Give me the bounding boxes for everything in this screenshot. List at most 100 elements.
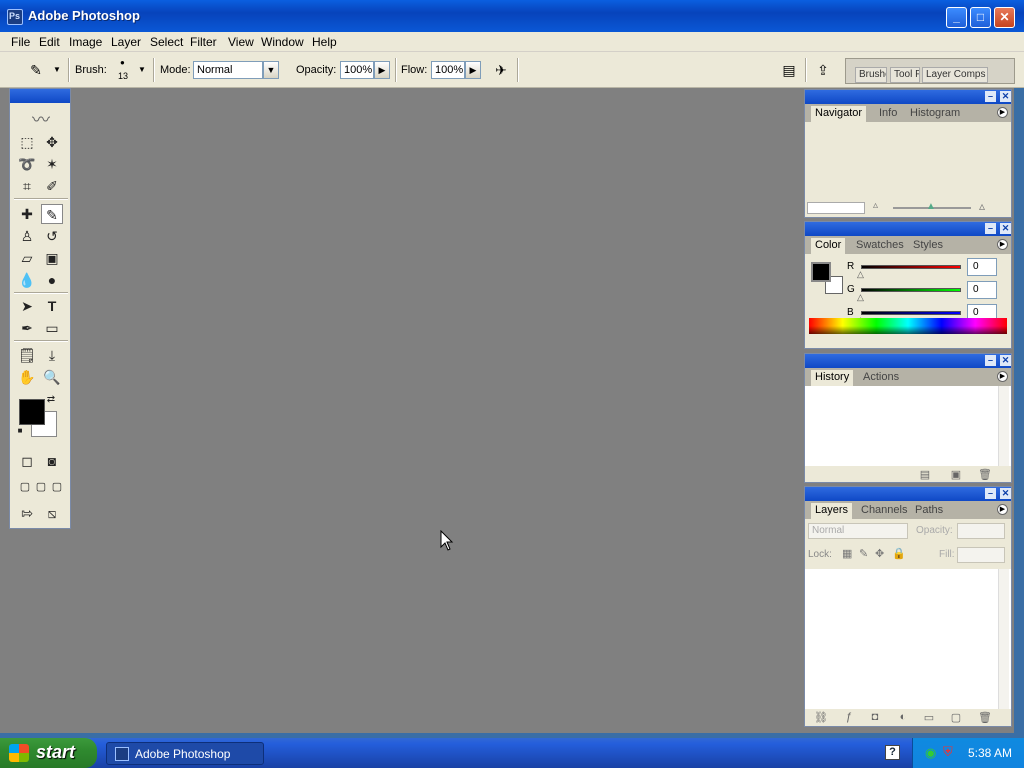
tab-info[interactable]: Info [875,106,901,122]
mode-dropdown-arrow-icon[interactable]: ▼ [263,61,279,79]
menu-window[interactable]: Window [261,35,304,49]
new-group-icon[interactable]: ▭ [921,711,937,725]
mode-select[interactable]: Normal [193,61,263,79]
quick-mask-mode-icon[interactable]: ◙ [41,451,63,471]
lasso-tool-icon[interactable]: ➰ [16,154,38,174]
new-snapshot-icon[interactable]: ▣ [948,468,964,482]
close-palette-icon[interactable]: ✕ [1000,355,1011,366]
link-layers-icon[interactable]: ⛓ [813,711,829,725]
flow-input[interactable]: 100% [431,61,465,79]
flow-slider-arrow-icon[interactable]: ▶ [465,61,481,79]
close-palette-icon[interactable]: ✕ [1000,91,1011,102]
maximize-button[interactable]: □ [970,7,991,28]
security-shield-icon[interactable]: ⛨ [943,744,953,760]
color-spectrum-ramp[interactable] [809,318,1007,334]
hand-tool-icon[interactable]: ✋ [16,367,38,387]
brush-tool-preset-icon[interactable]: ✎ [27,61,45,79]
palette-title-bar[interactable]: – ✕ [805,222,1011,236]
network-tray-icon[interactable]: ◉ [925,745,936,761]
tab-styles[interactable]: Styles [909,238,947,254]
close-button[interactable]: ✕ [994,7,1015,28]
new-layer-icon[interactable]: ▢ [948,711,964,725]
blur-tool-icon[interactable]: 💧 [16,270,38,290]
palette-menu-icon[interactable]: ▶ [997,371,1008,382]
airbrush-icon[interactable]: ✈ [492,61,510,79]
minimize-palette-icon[interactable]: – [985,91,996,102]
tab-color[interactable]: Color [811,238,846,254]
tab-actions[interactable]: Actions [859,370,903,386]
taskbar-photoshop-button[interactable]: Adobe Photoshop [106,742,264,765]
tab-navigator[interactable]: Navigator [811,106,867,122]
photoshop-app-icon[interactable] [7,9,23,25]
fill-input[interactable] [957,547,1005,563]
brush-tip-icon[interactable]: ● [120,58,125,67]
tab-swatches[interactable]: Swatches [852,238,908,254]
layers-scrollbar[interactable] [998,569,1009,709]
menu-select[interactable]: Select [150,35,183,49]
blue-slider[interactable] [861,311,961,315]
pen-tool-icon[interactable]: ✒ [16,318,38,338]
palette-options-icon[interactable]: ▤ [780,61,798,79]
jump-to-imageready-icon[interactable]: ⇰ [16,503,38,523]
type-tool-icon[interactable]: T [41,296,63,316]
red-value-input[interactable]: 0 [967,258,997,276]
foreground-color-chip[interactable] [811,262,831,282]
menu-help[interactable]: Help [312,35,337,49]
close-palette-icon[interactable]: ✕ [1000,488,1011,499]
add-mask-icon[interactable]: ◘ [867,711,883,725]
full-screen-mode-icon[interactable]: ▢ [46,477,68,497]
crop-tool-icon[interactable]: ⌗ [16,176,38,196]
green-slider[interactable] [861,288,961,292]
eraser-tool-icon[interactable]: ▱ [16,248,38,268]
shape-tool-icon[interactable]: ▭ [41,318,63,338]
red-slider[interactable] [861,265,961,269]
dodge-tool-icon[interactable]: ● [41,270,63,290]
minimize-palette-icon[interactable]: – [985,355,996,366]
slice-tool-icon[interactable]: ✐ [41,176,63,196]
palette-title-bar[interactable]: – ✕ [805,354,1011,368]
lock-transparency-icon[interactable]: ▦ [842,547,852,560]
minimize-palette-icon[interactable]: – [985,488,996,499]
standard-mode-icon[interactable]: ◻ [16,451,38,471]
tab-histogram[interactable]: Histogram [906,106,964,122]
magic-wand-tool-icon[interactable]: ✶ [41,154,63,174]
menu-filter[interactable]: Filter [190,35,217,49]
layer-blend-mode-select[interactable]: Normal [808,523,908,539]
opacity-slider-arrow-icon[interactable]: ▶ [374,61,390,79]
layers-list[interactable] [805,569,1011,709]
notes-tool-icon[interactable]: 🗒 [16,345,38,365]
well-tab-tool-presets[interactable]: Tool Presets [890,67,920,83]
navigator-preview[interactable]: ▵ ▲ ▵ [805,122,1011,217]
help-question-icon[interactable]: ? [885,745,900,760]
green-value-input[interactable]: 0 [967,281,997,299]
palette-menu-icon[interactable]: ▶ [997,504,1008,515]
menu-layer[interactable]: Layer [111,35,141,49]
feather-logo-icon[interactable]: 〰 [14,106,68,130]
zoom-slider-thumb-icon[interactable]: ▲ [926,201,936,212]
toolbox-title-bar[interactable] [10,89,70,103]
layer-style-icon[interactable]: ƒ [841,711,857,725]
zoom-in-icon[interactable]: ▵ [979,199,985,213]
zoom-tool-icon[interactable]: 🔍 [41,367,63,387]
zoom-out-icon[interactable]: ▵ [873,200,878,211]
lock-pixels-icon[interactable]: ✎ [859,547,868,560]
red-slider-thumb-icon[interactable]: △ [857,269,864,280]
well-tab-brushes[interactable]: Brushes [855,67,887,83]
history-list[interactable] [805,386,1011,466]
lock-position-icon[interactable]: ✥ [875,547,884,560]
gradient-tool-icon[interactable]: ▣ [41,248,63,268]
new-document-from-state-icon[interactable]: ▤ [917,468,933,482]
foreground-color-swatch[interactable] [19,399,45,425]
swap-colors-icon[interactable]: ⇄ [44,393,58,407]
layer-opacity-input[interactable] [957,523,1005,539]
brush-tool-icon[interactable]: ✎ [41,204,63,224]
imageready-icon[interactable]: ⧅ [41,503,63,523]
history-brush-tool-icon[interactable]: ↺ [41,226,63,246]
palette-title-bar[interactable]: – ✕ [805,487,1011,501]
menu-view[interactable]: View [228,35,254,49]
tool-preset-dropdown-arrow-icon[interactable]: ▼ [48,61,66,79]
clock[interactable]: 5:38 AM [968,746,1012,760]
path-selection-tool-icon[interactable]: ➤ [16,296,38,316]
healing-brush-tool-icon[interactable]: ✚ [16,204,38,224]
palette-menu-icon[interactable]: ▶ [997,107,1008,118]
